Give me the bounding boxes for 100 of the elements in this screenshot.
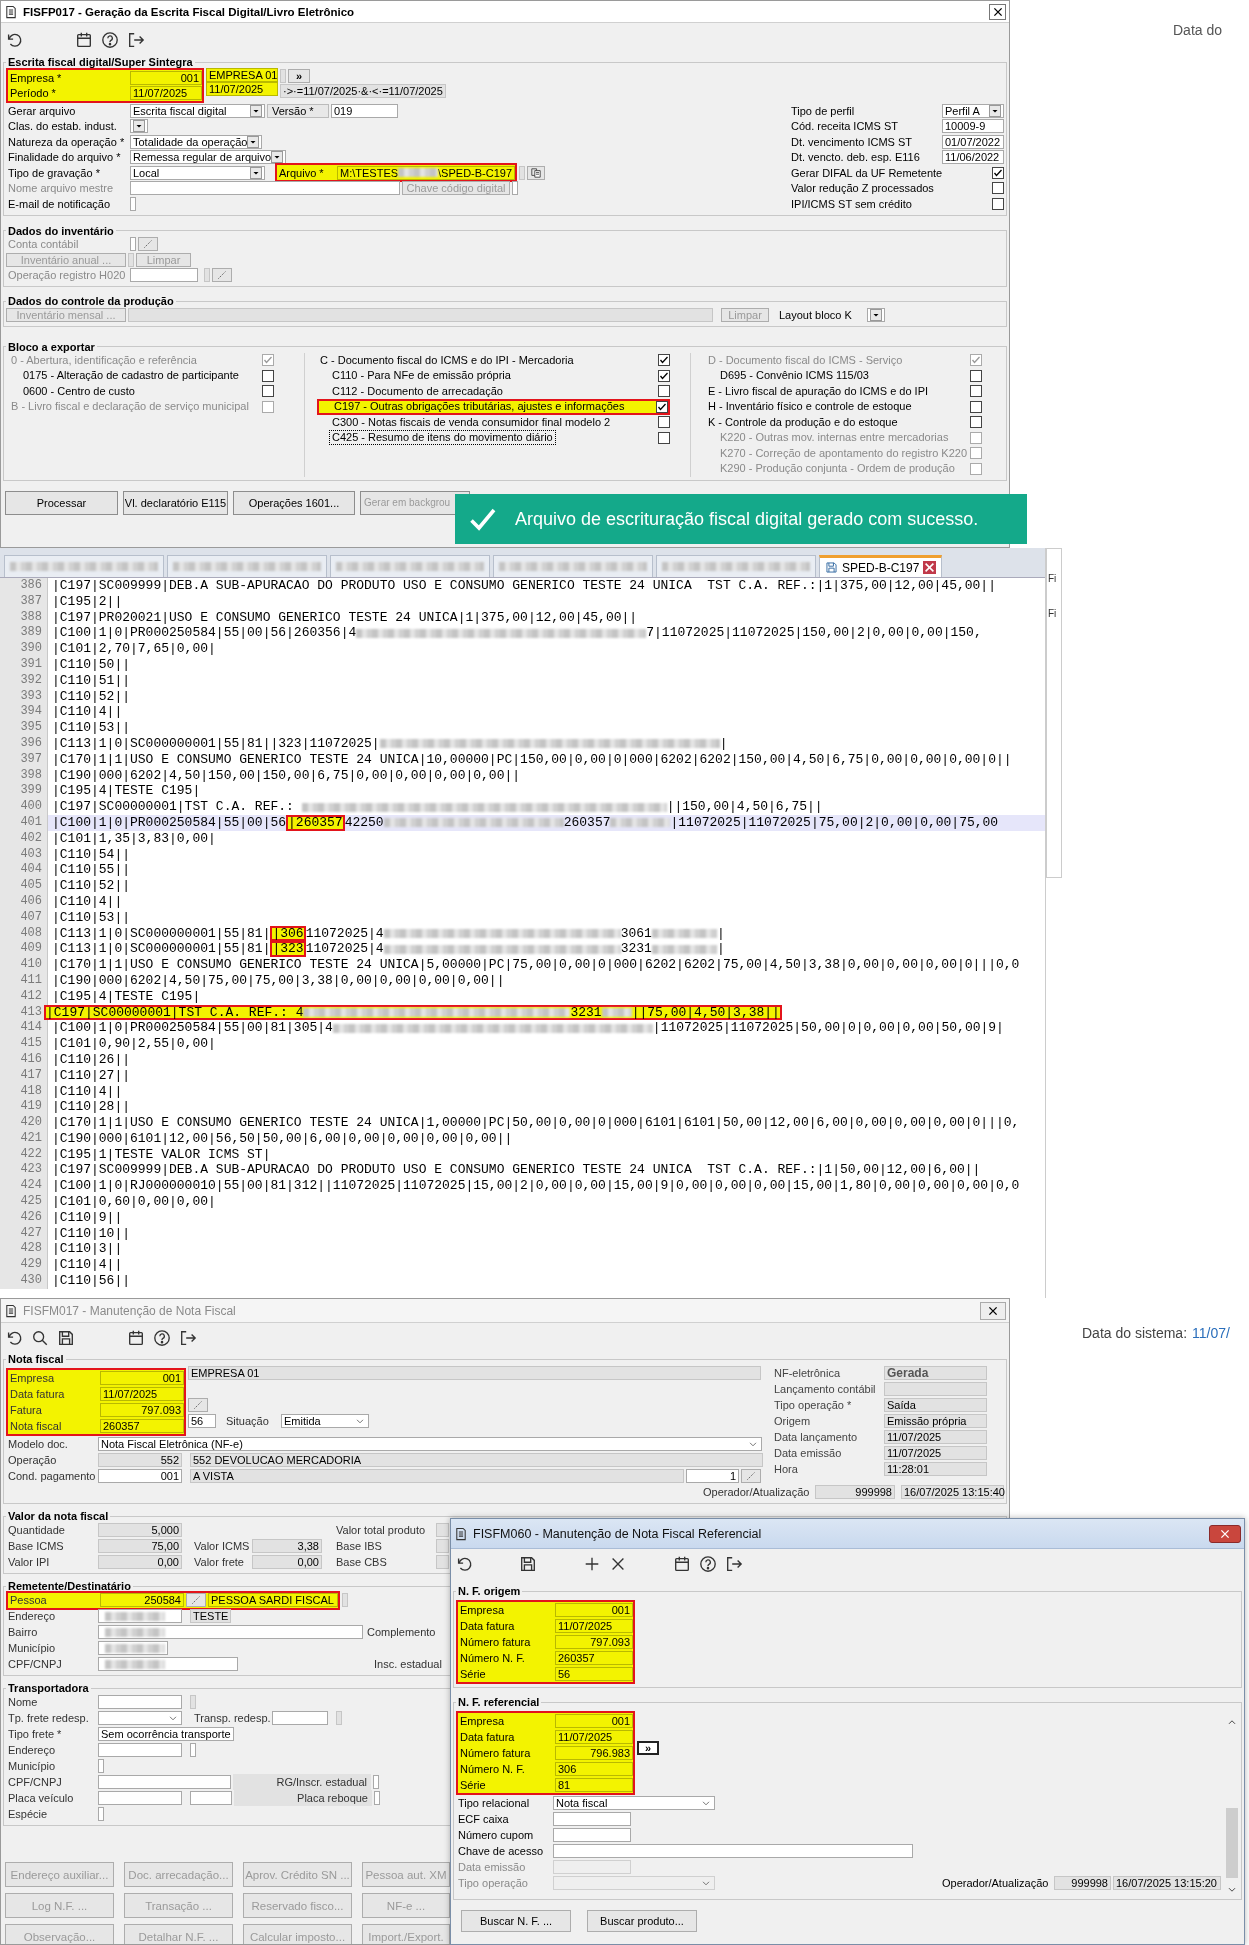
input-field[interactable]: 552 bbox=[98, 1453, 182, 1467]
checkbox[interactable] bbox=[992, 166, 1004, 179]
calendar-icon[interactable] bbox=[673, 1555, 691, 1573]
help-icon[interactable] bbox=[153, 1329, 171, 1347]
input-field[interactable] bbox=[280, 68, 286, 83]
input-field[interactable] bbox=[98, 1625, 363, 1639]
exit-icon[interactable] bbox=[725, 1555, 743, 1573]
close-button[interactable] bbox=[1209, 1524, 1241, 1543]
input-field[interactable]: 11:28:01 bbox=[884, 1462, 987, 1476]
input-field[interactable] bbox=[98, 1695, 182, 1709]
input-field[interactable] bbox=[512, 181, 518, 196]
checkbox[interactable] bbox=[970, 400, 982, 413]
lookup-button[interactable] bbox=[212, 268, 232, 283]
input-field[interactable]: 3,38 bbox=[252, 1539, 322, 1553]
button[interactable]: » bbox=[288, 68, 310, 83]
dropdown[interactable]: Remessa regular de arquivo bbox=[130, 150, 287, 165]
input-field[interactable] bbox=[190, 1743, 196, 1757]
input-field[interactable]: Emissão própria bbox=[884, 1414, 987, 1428]
input-field[interactable]: Gerada bbox=[884, 1366, 987, 1380]
input-field[interactable]: 306 bbox=[555, 1762, 633, 1776]
dropdown[interactable]: Nota fiscal bbox=[553, 1796, 715, 1810]
input-field[interactable]: 11/07/2025 bbox=[555, 1730, 633, 1744]
input-field[interactable]: 797.093 bbox=[100, 1403, 184, 1417]
input-field[interactable]: PESSOA SARDI FISCAL bbox=[208, 1593, 338, 1607]
input-field[interactable]: 11/06/2022 bbox=[942, 150, 1004, 165]
input-field[interactable] bbox=[373, 1775, 379, 1789]
input-field[interactable]: 019 bbox=[331, 103, 398, 118]
input-field[interactable]: 001 bbox=[555, 1603, 633, 1617]
tab[interactable] bbox=[4, 555, 164, 577]
button[interactable]: Operações 1601... bbox=[233, 490, 355, 515]
input-field[interactable]: EMPRESA 01 bbox=[188, 1366, 761, 1380]
input-field[interactable]: 001 bbox=[100, 1371, 184, 1385]
input-field[interactable] bbox=[98, 1609, 182, 1623]
input-field[interactable] bbox=[553, 1828, 631, 1842]
dropdown[interactable]: Perfil A bbox=[942, 103, 1004, 118]
input-field[interactable]: 56 bbox=[188, 1414, 216, 1428]
search-icon[interactable] bbox=[31, 1329, 49, 1347]
input-field[interactable]: 16/07/2025 13:15:40 bbox=[901, 1485, 1004, 1499]
input-field[interactable] bbox=[553, 1860, 631, 1874]
dropdown[interactable] bbox=[867, 307, 885, 322]
input-field[interactable]: 250584 bbox=[100, 1593, 184, 1607]
input-field[interactable]: 11/07/2025 bbox=[100, 1387, 184, 1401]
exit-icon[interactable] bbox=[127, 30, 145, 49]
close-button[interactable] bbox=[989, 3, 1006, 20]
input-field[interactable] bbox=[98, 1791, 182, 1805]
input-field[interactable]: 10009-9 bbox=[942, 119, 1004, 134]
button[interactable]: Buscar produto... bbox=[587, 1910, 697, 1932]
input-field[interactable] bbox=[190, 1791, 232, 1805]
checkbox[interactable] bbox=[992, 182, 1004, 195]
input-field[interactable] bbox=[130, 237, 136, 252]
input-field[interactable]: 260357 bbox=[555, 1651, 633, 1665]
input-field[interactable] bbox=[98, 1641, 168, 1655]
input-field[interactable]: 797.093 bbox=[555, 1635, 633, 1649]
tab[interactable] bbox=[167, 555, 327, 577]
input-field[interactable] bbox=[553, 1812, 631, 1826]
calendar-icon[interactable] bbox=[127, 1329, 145, 1347]
save-icon[interactable] bbox=[57, 1329, 75, 1347]
input-field[interactable]: 0,00 bbox=[98, 1555, 182, 1569]
input-field[interactable]: 11/07/2025 bbox=[206, 82, 278, 96]
input-field[interactable]: TESTE bbox=[190, 1609, 232, 1623]
dropdown[interactable]: Local bbox=[130, 165, 265, 180]
input-field[interactable]: 11/07/2025 bbox=[555, 1619, 633, 1633]
button[interactable]: » bbox=[637, 1741, 659, 1755]
plus-icon[interactable] bbox=[583, 1555, 601, 1573]
checkbox[interactable] bbox=[657, 385, 670, 398]
input-field[interactable] bbox=[342, 1593, 348, 1607]
input-field[interactable]: 56 bbox=[555, 1667, 633, 1681]
input-field[interactable] bbox=[884, 1382, 987, 1396]
file-browse-button[interactable] bbox=[527, 165, 545, 180]
dropdown[interactable] bbox=[130, 119, 148, 134]
input-field[interactable]: 0,00 bbox=[252, 1555, 322, 1569]
lookup-button[interactable] bbox=[741, 1469, 761, 1483]
input-field[interactable]: 999998 bbox=[815, 1485, 895, 1499]
input-field[interactable]: 999998 bbox=[1054, 1876, 1111, 1890]
help-icon[interactable] bbox=[699, 1555, 717, 1573]
input-field[interactable]: 796.983 bbox=[555, 1746, 633, 1760]
input-field[interactable]: M:\TESTES \SPED-B-C197 bbox=[337, 165, 515, 180]
input-field[interactable] bbox=[98, 1807, 104, 1821]
dropdown[interactable]: Totalidade da operação bbox=[130, 134, 263, 149]
checkbox[interactable] bbox=[655, 400, 668, 413]
input-field[interactable]: 001 bbox=[555, 1714, 633, 1728]
input-field[interactable] bbox=[98, 1743, 182, 1757]
undo-icon[interactable] bbox=[455, 1555, 473, 1573]
input-field[interactable] bbox=[98, 1759, 104, 1773]
input-field[interactable] bbox=[130, 196, 136, 211]
input-field[interactable]: 11/07/2025 bbox=[884, 1446, 987, 1460]
input-field[interactable] bbox=[553, 1844, 913, 1858]
checkbox[interactable] bbox=[970, 385, 982, 398]
calendar-icon[interactable] bbox=[75, 30, 93, 49]
undo-icon[interactable] bbox=[5, 1329, 23, 1347]
input-field[interactable]: EMPRESA 01 bbox=[206, 68, 278, 82]
save-icon[interactable] bbox=[519, 1555, 537, 1573]
button[interactable]: Vl. declaratório E115 bbox=[123, 490, 228, 515]
input-field[interactable]: 5,000 bbox=[98, 1523, 182, 1537]
close-button[interactable] bbox=[980, 1301, 1006, 1320]
tab[interactable] bbox=[656, 555, 816, 577]
input-field[interactable]: 81 bbox=[555, 1778, 633, 1792]
input-field[interactable]: 11/07/2025 bbox=[130, 86, 202, 101]
input-field[interactable]: 552 DEVOLUCAO MERCADORIA bbox=[190, 1453, 763, 1467]
input-field[interactable]: ·>·=11/07/2025·&·<·=11/07/2025 bbox=[280, 84, 446, 99]
